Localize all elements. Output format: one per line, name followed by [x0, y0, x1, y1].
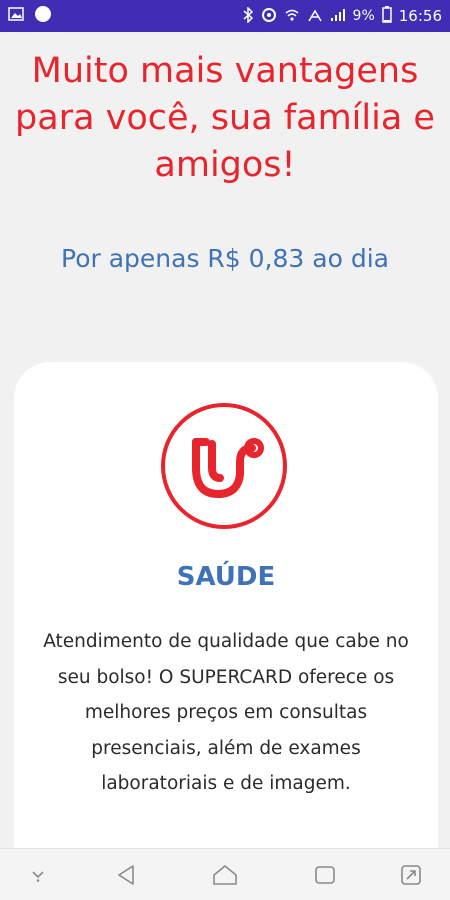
battery-icon: [382, 6, 392, 26]
screen-toggle-icon[interactable]: [397, 861, 425, 889]
hide-nav-icon[interactable]: [24, 861, 52, 889]
headline: Muito mais vantagens para você, sua famí…: [15, 51, 435, 185]
battery-percent: 9%: [352, 8, 375, 24]
benefit-card[interactable]: SAÚDE Atendimento de qualidade que cabe …: [14, 362, 438, 882]
recents-icon[interactable]: [311, 861, 339, 889]
image-icon: [8, 6, 24, 26]
price-line: Por apenas R$ 0,83 ao dia: [61, 244, 389, 273]
stethoscope-icon: [160, 402, 288, 530]
wifi-icon: [284, 7, 300, 26]
clock: 16:56: [398, 7, 442, 25]
signal-icon: [330, 8, 346, 25]
data-icon: [307, 7, 323, 26]
status-bar: 9% 16:56: [0, 0, 450, 32]
circle-notification-icon: [34, 5, 52, 28]
vpn-icon: [261, 7, 277, 26]
navigation-bar: [0, 848, 450, 900]
card-title: SAÚDE: [176, 562, 276, 592]
back-icon[interactable]: [112, 861, 140, 889]
home-icon[interactable]: [211, 861, 239, 889]
bluetooth-icon: [242, 5, 254, 26]
card-description: Atendimento de qualidade que cabe no seu…: [43, 631, 409, 794]
